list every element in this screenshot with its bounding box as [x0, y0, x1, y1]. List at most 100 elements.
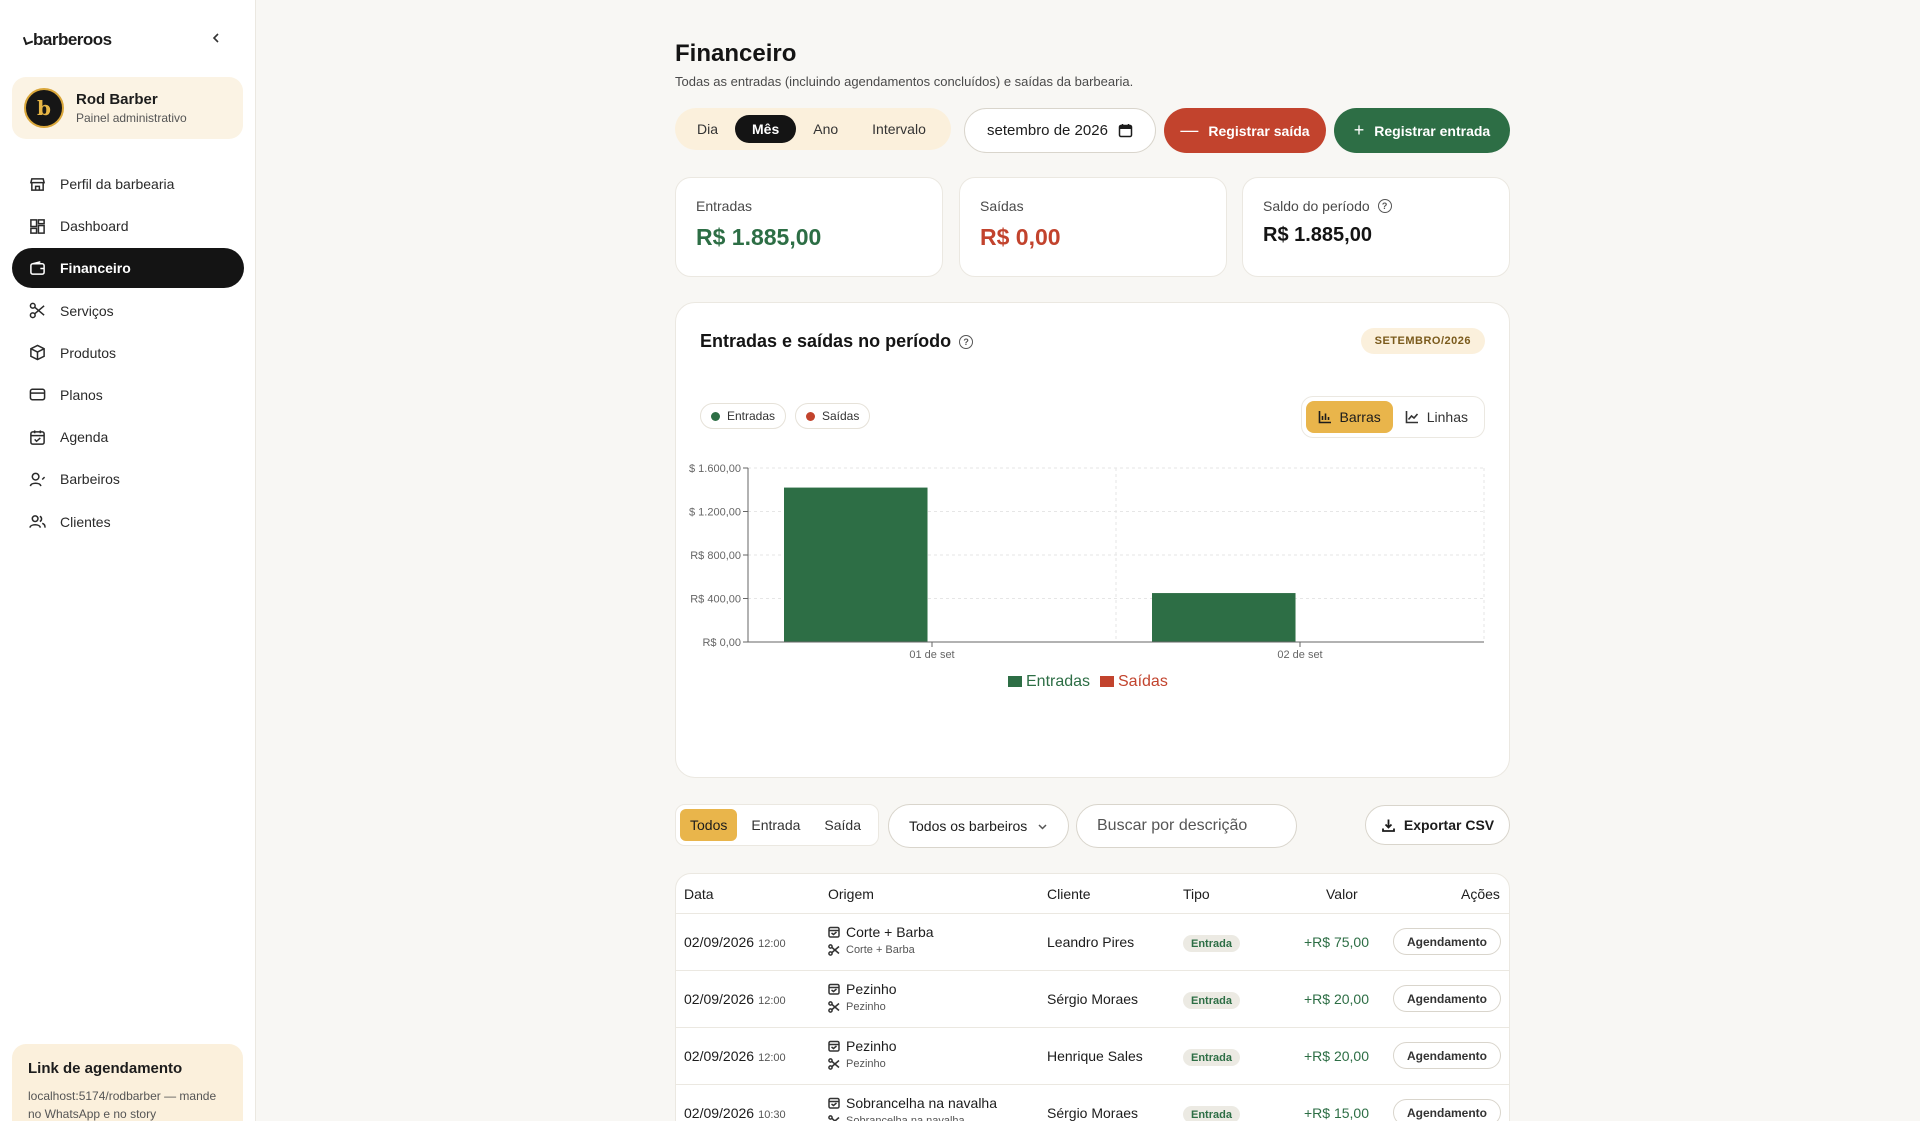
help-icon[interactable]: ?	[1377, 199, 1392, 213]
collapse-sidebar-button[interactable]	[206, 28, 226, 48]
chart-card: Entradas e saídas no período? SETEMBRO/2…	[675, 302, 1510, 778]
row-client: Sérgio Moraes	[1047, 991, 1139, 1007]
legend-swatch-entradas	[1008, 676, 1022, 687]
register-income-button[interactable]: + Registrar entrada	[1334, 108, 1510, 153]
legend-pill-saidas[interactable]: Saídas	[795, 403, 871, 429]
profile-role: Painel administrativo	[76, 111, 187, 125]
card-icon	[28, 386, 46, 404]
month-picker[interactable]: setembro de 2026	[964, 108, 1156, 153]
row-client: Leandro Pires	[1047, 934, 1135, 950]
col-valor[interactable]: Valor	[1326, 886, 1358, 902]
calendar-icon	[828, 926, 840, 938]
type-badge: Entrada	[1183, 1106, 1240, 1121]
sidebar-item-clientes[interactable]: Clientes	[12, 502, 244, 542]
sidebar-item-dashboard[interactable]: Dashboard	[12, 206, 244, 246]
download-icon	[1381, 819, 1395, 832]
y-tick-label: $ 1.200,00	[689, 507, 741, 519]
sidebar-item-produtos[interactable]: Produtos	[12, 333, 244, 373]
period-tab-mes[interactable]: Mês	[735, 115, 797, 143]
bars-toggle-button[interactable]: Barras	[1305, 401, 1393, 433]
col-data[interactable]: Data	[684, 886, 714, 902]
sidebar-item-barbeiros[interactable]: Barbeiros	[12, 459, 244, 499]
table-row: 02/09/2026 12:00 Pezinho Pezinho Sérgio Mora…	[676, 971, 1509, 1028]
legend-pill-entradas[interactable]: Entradas	[700, 403, 787, 429]
page-subtitle: Todas as entradas (incluindo agendamento…	[675, 74, 1134, 89]
app-logo[interactable]: barberoos	[22, 30, 112, 50]
type-badge: Entrada	[1183, 935, 1240, 952]
appointment-button[interactable]: Agendamento	[1393, 1042, 1501, 1069]
store-icon	[28, 175, 46, 193]
sidebar-item-agenda[interactable]: Agenda	[12, 417, 244, 457]
stat-card-entradas: Entradas R$ 1.885,00	[675, 177, 943, 277]
wallet-icon	[28, 259, 46, 277]
bar-chart-icon	[1318, 411, 1331, 424]
transactions-table: Data Origem Cliente Tipo Valor Ações 02/…	[675, 873, 1510, 1121]
filter-entrada[interactable]: Entrada	[741, 809, 810, 841]
scissors-icon	[828, 1058, 840, 1070]
row-origin: Pezinho Pezinho	[828, 1038, 897, 1070]
table-row: 02/09/2026 12:00 Pezinho Pezinho Henrique Sa…	[676, 1028, 1509, 1085]
chart-type-toggle: Barras Linhas	[1300, 396, 1485, 438]
calendar-icon[interactable]	[1118, 123, 1133, 138]
row-time: 12:00	[758, 938, 786, 950]
stat-value: R$ 1.885,00	[696, 224, 822, 250]
logo-mark-icon	[22, 34, 34, 46]
profile-name: Rod Barber	[76, 91, 158, 108]
row-client: Henrique Sales	[1047, 1048, 1143, 1064]
y-tick-label: R$ 800,00	[690, 550, 741, 562]
calendar-icon	[828, 983, 840, 995]
y-tick-label: R$ 0,00	[702, 637, 741, 649]
dashboard-icon	[28, 217, 46, 235]
appointment-button[interactable]: Agendamento	[1393, 1099, 1501, 1121]
stat-card-saldo: Saldo do período? R$ 1.885,00	[1242, 177, 1510, 277]
help-icon[interactable]: ?	[959, 334, 974, 349]
period-tab-ano[interactable]: Ano	[796, 115, 855, 143]
period-tab-dia[interactable]: Dia	[680, 115, 735, 143]
users-icon	[28, 513, 46, 531]
appointment-button[interactable]: Agendamento	[1393, 928, 1501, 955]
legend-label-entradas: Entradas	[1026, 673, 1090, 690]
period-badge: SETEMBRO/2026	[1360, 328, 1485, 354]
row-date: 02/09/2026 12:00	[684, 991, 786, 1007]
register-expense-button[interactable]: — Registrar saída	[1164, 108, 1326, 153]
line-chart-icon	[1405, 411, 1418, 424]
bar-entradas-2	[1152, 593, 1296, 642]
sidebar-item-servicos[interactable]: Serviços	[12, 291, 244, 331]
col-origem[interactable]: Origem	[828, 886, 874, 902]
calendar-icon	[828, 1097, 840, 1109]
row-value: +R$ 75,00	[1304, 934, 1369, 950]
table-row: 02/09/2026 10:30 Sobrancelha na navalha Sob…	[676, 1085, 1509, 1121]
chevron-down-icon	[1038, 823, 1047, 830]
row-origin: Corte + Barba Corte + Barba	[828, 924, 934, 956]
period-tab-intervalo[interactable]: Intervalo	[855, 115, 943, 143]
user-icon	[28, 470, 46, 488]
row-origin: Pezinho Pezinho	[828, 981, 897, 1013]
filter-saida[interactable]: Saída	[814, 809, 871, 841]
row-value: +R$ 20,00	[1304, 1048, 1369, 1064]
sidebar-item-financeiro[interactable]: Financeiro	[12, 248, 244, 289]
row-value: +R$ 20,00	[1304, 991, 1369, 1007]
col-tipo[interactable]: Tipo	[1183, 886, 1210, 902]
calendar-icon	[28, 428, 46, 446]
col-cliente[interactable]: Cliente	[1047, 886, 1091, 902]
filter-todos[interactable]: Todos	[680, 809, 738, 841]
appointment-button[interactable]: Agendamento	[1393, 985, 1501, 1012]
period-selector: Dia Mês Ano Intervalo	[675, 108, 951, 150]
lines-toggle-button[interactable]: Linhas	[1393, 401, 1480, 433]
row-time: 12:00	[758, 995, 786, 1007]
row-date: 02/09/2026 10:30	[684, 1105, 786, 1121]
export-csv-button[interactable]: Exportar CSV	[1365, 805, 1510, 845]
y-tick-label: $ 1.600,00	[689, 463, 741, 475]
stat-card-saidas: Saídas R$ 0,00	[959, 177, 1227, 277]
scissors-icon	[828, 944, 840, 956]
stat-label: Saldo do período?	[1263, 198, 1489, 214]
sidebar-nav: Perfil da barbearia Dashboard Financeiro…	[12, 164, 244, 544]
booking-link-text[interactable]: localhost:5174/rodbarber — mande no What…	[28, 1087, 227, 1121]
sidebar-item-perfil[interactable]: Perfil da barbearia	[12, 164, 244, 204]
profile-card[interactable]: b Rod Barber Painel administrativo	[12, 77, 243, 139]
stat-label: Saídas	[980, 198, 1024, 214]
search-input[interactable]	[1076, 804, 1297, 848]
barber-select[interactable]: Todos os barbeiros	[888, 804, 1069, 848]
booking-link-title: Link de agendamento	[28, 1060, 183, 1077]
sidebar-item-planos[interactable]: Planos	[12, 375, 244, 415]
